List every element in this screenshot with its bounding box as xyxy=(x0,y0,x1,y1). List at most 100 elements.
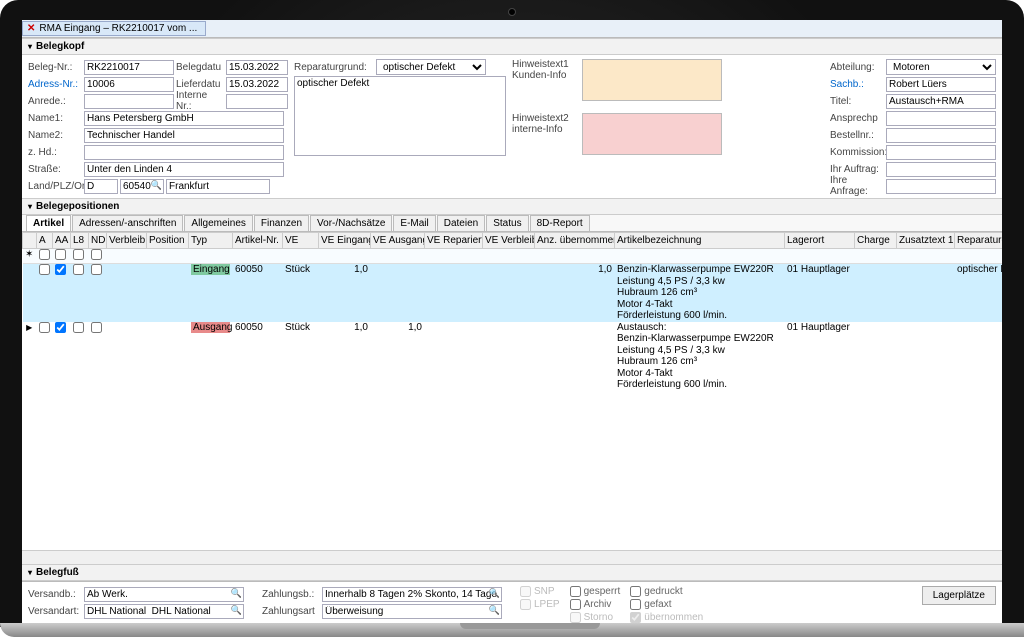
kundeninfo-box[interactable] xyxy=(582,59,722,101)
tab-adressen[interactable]: Adressen/-anschriften xyxy=(72,215,183,231)
field-bestellnr[interactable] xyxy=(886,128,996,143)
field-titel[interactable] xyxy=(886,94,996,109)
tab-vornach[interactable]: Vor-/Nachsätze xyxy=(310,215,392,231)
lbl-zahlungsart: Zahlungsart xyxy=(262,606,320,617)
lbl-versandb: Versandb.: xyxy=(28,589,82,600)
field-ihreanfrage[interactable] xyxy=(886,179,996,194)
lbl-belegnr: Beleg-Nr.: xyxy=(28,62,82,73)
tab-allgemeines[interactable]: Allgemeines xyxy=(184,215,252,231)
lbl-versandart: Versandart: xyxy=(28,606,82,617)
lagerplaetze-button[interactable]: Lagerplätze xyxy=(922,586,996,605)
lbl-ihreanfrage: Ihre Anfrage: xyxy=(830,175,884,197)
lbl-hinweis2: Hinweistext2 xyxy=(512,113,576,124)
lbl-ansprechp: Ansprechp xyxy=(830,113,884,124)
lbl-name2: Name2: xyxy=(28,130,82,141)
tab-email[interactable]: E-Mail xyxy=(393,215,435,231)
lbl-name1: Name1: xyxy=(28,113,82,124)
cell-aa[interactable] xyxy=(55,264,66,275)
field-land[interactable] xyxy=(84,179,118,194)
field-belegnr[interactable] xyxy=(84,60,174,75)
close-icon[interactable]: ✕ xyxy=(27,23,35,34)
tab-dateien[interactable]: Dateien xyxy=(437,215,485,231)
caret-down-icon: ▾ xyxy=(28,202,32,211)
grid-header: AAA L8NDVerbleib PositionTypArtikel-Nr. … xyxy=(23,233,1003,249)
lbl-titel: Titel: xyxy=(830,96,884,107)
laptop-base xyxy=(0,623,1024,637)
field-internenr[interactable] xyxy=(226,94,288,109)
table-row[interactable]: Eingang 60050 Stück 1,0 1,0 Benzin-Klarw… xyxy=(23,264,1003,322)
table-row[interactable]: Ausgang 60050 Stück 1,0 1,0 Austausch: B… xyxy=(23,322,1003,391)
select-abteilung[interactable]: Motoren xyxy=(886,59,996,75)
cell-aa[interactable] xyxy=(55,322,66,333)
filter-l8[interactable] xyxy=(73,249,84,260)
interneinfo-box[interactable] xyxy=(582,113,722,155)
field-versandb[interactable] xyxy=(84,587,244,602)
lbl-internenr: Interne Nr.: xyxy=(176,90,224,112)
field-kommission[interactable] xyxy=(886,145,996,160)
filter-nd[interactable] xyxy=(91,249,102,260)
typ-badge: Ausgang xyxy=(191,322,230,333)
status-checks: SNP gesperrt gedruckt LPEP Archiv gefaxt… xyxy=(520,586,703,623)
lbl-ihrauftrag: Ihr Auftrag: xyxy=(830,164,884,175)
field-plz[interactable] xyxy=(120,179,164,194)
positions-grid[interactable]: AAA L8NDVerbleib PositionTypArtikel-Nr. … xyxy=(22,232,1002,550)
cell-a[interactable] xyxy=(39,264,50,275)
field-sachb[interactable] xyxy=(886,77,996,92)
lbl-sachb: Sachb.: xyxy=(830,79,884,90)
chk-uebernommen xyxy=(630,612,641,623)
row-indicator-icon xyxy=(23,322,37,391)
select-reparaturgrund[interactable]: optischer Defekt xyxy=(376,59,486,75)
field-ansprechp[interactable] xyxy=(886,111,996,126)
lbl-anrede: Anrede.: xyxy=(28,96,82,107)
field-zhd[interactable] xyxy=(84,145,284,160)
field-ihrauftrag[interactable] xyxy=(886,162,996,177)
lbl-kommission: Kommission: xyxy=(830,147,884,158)
chk-archiv[interactable] xyxy=(570,599,581,610)
lbl-kundeninfo: Kunden-Info xyxy=(512,70,576,81)
filter-a[interactable] xyxy=(39,249,50,260)
chk-storno xyxy=(570,612,581,623)
textarea-reparaturgrund[interactable]: optischer Defekt xyxy=(294,76,506,156)
field-name1[interactable] xyxy=(84,111,284,126)
cell-nd[interactable] xyxy=(91,264,102,275)
chk-gesperrt[interactable] xyxy=(570,586,581,597)
field-zahlungsb[interactable] xyxy=(322,587,502,602)
lbl-zhd: z. Hd.: xyxy=(28,147,82,158)
field-zahlungsart[interactable] xyxy=(322,604,502,619)
cell-a[interactable] xyxy=(39,322,50,333)
belegkopf-panel: Beleg-Nr.: Belegdatu Adress-Nr.: Lieferd… xyxy=(22,55,1002,198)
tab-8dreport[interactable]: 8D-Report xyxy=(530,215,590,231)
lbl-hinweis1: Hinweistext1 xyxy=(512,59,576,70)
lbl-belegdatu: Belegdatu xyxy=(176,62,224,73)
lbl-adressnr: Adress-Nr.: xyxy=(28,79,82,90)
cell-l8[interactable] xyxy=(73,264,84,275)
chk-snp xyxy=(520,586,531,597)
cell-nd[interactable] xyxy=(91,322,102,333)
field-lieferdatu[interactable] xyxy=(226,77,288,92)
tab-status[interactable]: Status xyxy=(486,215,528,231)
section-belegkopf[interactable]: ▾ Belegkopf xyxy=(22,38,1002,55)
section-positionen[interactable]: ▾ Belegepositionen xyxy=(22,198,1002,215)
field-versandart[interactable] xyxy=(84,604,244,619)
filter-aa[interactable] xyxy=(55,249,66,260)
field-ort[interactable] xyxy=(166,179,270,194)
horizontal-scrollbar[interactable] xyxy=(22,550,1002,564)
field-anrede[interactable] xyxy=(84,94,174,109)
lbl-landplzort: Land/PLZ/Ort: xyxy=(28,181,82,192)
field-strasse[interactable] xyxy=(84,162,284,177)
lbl-bestellnr: Bestellnr.: xyxy=(830,130,884,141)
chk-gefaxt[interactable] xyxy=(630,599,641,610)
belegfuss-panel: Versandb.: 🔍 Versandart: 🔍 Zahlungsb.: 🔍… xyxy=(22,581,1002,627)
field-name2[interactable] xyxy=(84,128,284,143)
field-belegdatu[interactable] xyxy=(226,60,288,75)
tab-finanzen[interactable]: Finanzen xyxy=(254,215,309,231)
section-fuss[interactable]: ▾ Belegfuß xyxy=(22,564,1002,581)
chk-gedruckt[interactable] xyxy=(630,586,641,597)
tab-title: RMA Eingang – RK2210017 vom ... xyxy=(39,23,197,34)
tab-artikel[interactable]: Artikel xyxy=(26,215,71,231)
cell-l8[interactable] xyxy=(73,322,84,333)
grid-filter-row[interactable]: ✶ xyxy=(23,249,1003,264)
field-adressnr[interactable] xyxy=(84,77,174,92)
webcam-dot xyxy=(508,8,516,16)
document-tab[interactable]: ✕ RMA Eingang – RK2210017 vom ... xyxy=(22,21,206,36)
